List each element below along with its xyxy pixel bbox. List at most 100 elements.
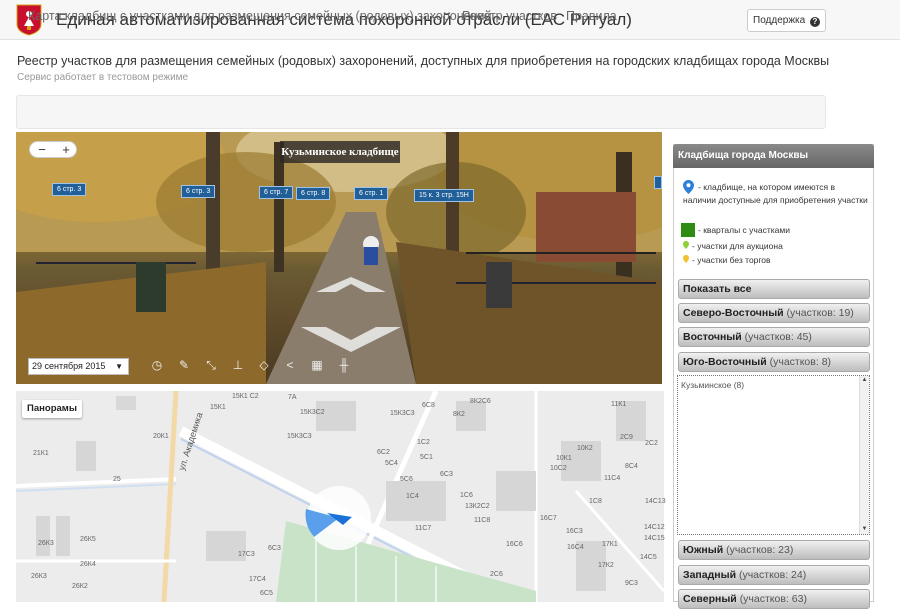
show-all-label: Показать все bbox=[683, 283, 752, 295]
section-tag[interactable]: 6 стр. 3 bbox=[181, 185, 216, 198]
section-tag[interactable]: 6 стр. 8 bbox=[296, 187, 331, 200]
map-label: 26К3 bbox=[31, 573, 47, 580]
region-count: (участков: 45) bbox=[744, 331, 812, 343]
region-count: (участков: 23) bbox=[726, 544, 794, 556]
map-label: 5С1 bbox=[420, 454, 433, 461]
map-label: 2С6 bbox=[490, 571, 503, 578]
region-name: Северный bbox=[683, 593, 737, 605]
section-tag-edge[interactable] bbox=[654, 176, 662, 189]
region-name: Северо-Восточный bbox=[683, 307, 784, 319]
zoom-out-button[interactable]: − bbox=[30, 141, 54, 158]
region-south-east[interactable]: Юго-Восточный (участков: 8) bbox=[678, 352, 870, 372]
nav-cemetery-map[interactable]: Карта кладбищ с участками для размещения… bbox=[28, 9, 491, 23]
region-north[interactable]: Северный (участков: 63) bbox=[678, 589, 870, 609]
map-label: 17К2 bbox=[598, 562, 614, 569]
split-icon[interactable]: ╫ bbox=[336, 357, 352, 373]
map-label: 10К2 bbox=[577, 445, 593, 452]
cemetery-list[interactable] bbox=[677, 375, 870, 535]
auction-pin-icon bbox=[683, 241, 689, 249]
quarter-square-icon bbox=[681, 223, 695, 237]
map-label: 11С4 bbox=[604, 475, 621, 482]
region-name: Юго-Восточный bbox=[683, 356, 767, 368]
map-label: 15К1 bbox=[210, 404, 226, 411]
share-icon[interactable]: < bbox=[282, 357, 298, 373]
section-tag[interactable]: 6 стр. 3 bbox=[52, 183, 87, 196]
scroll-down-icon[interactable]: ▼ bbox=[860, 525, 869, 534]
section-tag[interactable]: 15 к. 3 стр. 15Н bbox=[414, 189, 474, 202]
map-label: 25 bbox=[113, 476, 121, 483]
region-west[interactable]: Западный (участков: 24) bbox=[678, 565, 870, 585]
map-label: 6С8 bbox=[422, 402, 435, 409]
street-panorama[interactable] bbox=[16, 132, 662, 384]
legend-cemetery: - кладбище, на котором имеются в наличии… bbox=[683, 182, 868, 205]
map-label: 13К2С2 bbox=[465, 503, 490, 510]
map-label: 6С5 bbox=[260, 590, 273, 597]
legend-quarters: - кварталы с участками bbox=[698, 225, 790, 235]
panoramas-button[interactable]: Панорамы bbox=[22, 400, 82, 418]
map-label: 1С6 bbox=[460, 492, 473, 499]
city-map[interactable]: ул. Академика bbox=[16, 391, 664, 602]
measure-icon[interactable]: ✎ bbox=[176, 357, 192, 373]
map-label: 20К1 bbox=[153, 433, 169, 440]
no-tender-pin-icon bbox=[683, 255, 689, 263]
region-count: (участков: 63) bbox=[739, 593, 807, 605]
map-label: 11С8 bbox=[474, 517, 491, 524]
section-tag[interactable]: 6 стр. 7 bbox=[259, 186, 294, 199]
page-heading: Реестр участков для размещения семейных … bbox=[17, 54, 837, 85]
grid-icon[interactable]: ▦ bbox=[309, 357, 325, 373]
panorama-scene bbox=[16, 132, 662, 384]
map-label: 16С6 bbox=[506, 541, 523, 548]
panorama-date-select[interactable]: 29 сентября 2015 ▼ bbox=[28, 358, 129, 375]
map-label: 17С3 bbox=[238, 551, 255, 558]
list-scrollbar[interactable]: ▲ ▼ bbox=[859, 376, 869, 534]
region-name: Западный bbox=[683, 569, 737, 581]
legend-auction: - участки для аукциона bbox=[692, 241, 783, 251]
map-label: 26К5 bbox=[80, 536, 96, 543]
area-icon[interactable]: ◇ bbox=[256, 357, 272, 373]
map-label: 1С4 bbox=[406, 493, 419, 500]
region-count: (участков: 19) bbox=[786, 307, 854, 319]
map-label: 17К1 bbox=[602, 541, 618, 548]
region-count: (участков: 24) bbox=[738, 569, 807, 581]
cemetery-list-item[interactable]: Кузьминское (8) bbox=[681, 380, 744, 390]
map-label: 14С13 bbox=[645, 498, 666, 505]
nav-registry[interactable]: Реестр участков bbox=[462, 9, 557, 23]
map-label: 14С5 bbox=[640, 554, 657, 561]
map-label: 16С3 bbox=[566, 528, 583, 535]
map-label: 14С15 bbox=[644, 535, 665, 542]
ruler-icon[interactable]: ⤡ bbox=[203, 357, 219, 373]
test-mode-notice: Сервис работает в тестовом режиме bbox=[17, 72, 189, 83]
panorama-date-value: 29 сентября 2015 bbox=[32, 361, 106, 371]
question-icon: ? bbox=[809, 17, 820, 27]
map-label: 26К2 bbox=[72, 583, 88, 590]
map-label: 26К3 bbox=[38, 540, 54, 547]
show-all-button[interactable]: Показать все bbox=[678, 279, 870, 299]
map-label: 8К2С6 bbox=[470, 398, 491, 405]
map-label: 15К3С3 bbox=[287, 433, 312, 440]
map-label: 2С9 bbox=[620, 434, 633, 441]
zoom-in-button[interactable]: + bbox=[54, 141, 78, 158]
scroll-up-icon[interactable]: ▲ bbox=[860, 376, 869, 385]
map-label: 7А bbox=[288, 394, 297, 401]
history-icon[interactable]: ◷ bbox=[149, 357, 165, 373]
nav-rules[interactable]: Правила bbox=[566, 9, 617, 23]
map-label: 8К2 bbox=[453, 411, 465, 418]
support-button-label: Поддержка bbox=[753, 15, 806, 26]
map-label: 15К3С2 bbox=[300, 409, 325, 416]
chevron-down-icon: ▼ bbox=[115, 362, 123, 371]
region-east[interactable]: Восточный (участков: 45) bbox=[678, 327, 870, 347]
section-tag[interactable]: 6 стр. 1 bbox=[354, 187, 389, 200]
sidebar-title: Кладбища города Москвы bbox=[673, 144, 874, 168]
map-label: 10С2 bbox=[550, 465, 567, 472]
map-label: 15К1 С2 bbox=[232, 393, 259, 400]
panorama-zoom-control: − + bbox=[29, 141, 77, 158]
region-north-east[interactable]: Северо-Восточный (участков: 19) bbox=[678, 303, 870, 323]
map-label: 15К3С3 bbox=[390, 410, 415, 417]
region-south[interactable]: Южный (участков: 23) bbox=[678, 540, 870, 560]
map-label: 8С4 bbox=[625, 463, 638, 470]
support-button[interactable]: Поддержка ? bbox=[747, 9, 826, 32]
region-name: Южный bbox=[683, 544, 724, 556]
height-icon[interactable]: ⊥ bbox=[230, 357, 246, 373]
map-label: 14С12 bbox=[644, 524, 665, 531]
legend-no-tender: - участки без торгов bbox=[692, 255, 771, 265]
